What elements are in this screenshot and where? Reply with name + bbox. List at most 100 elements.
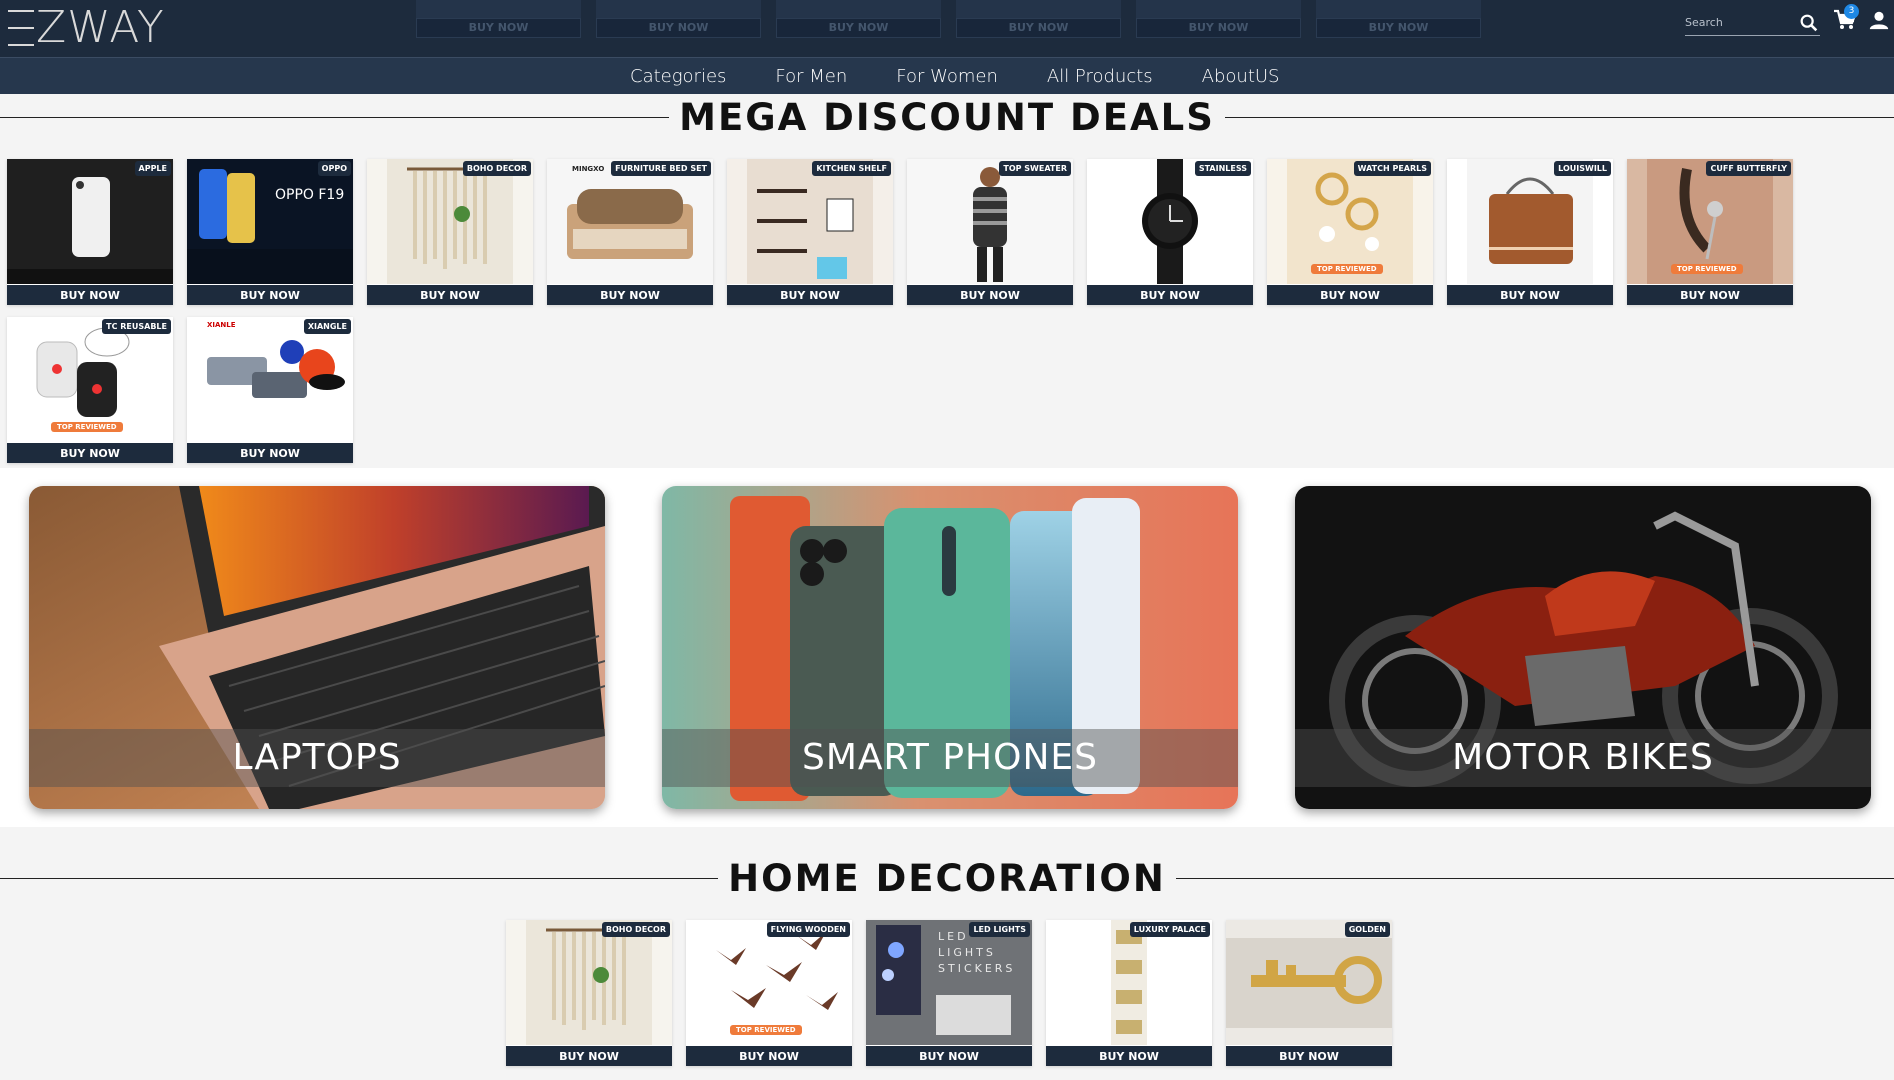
search-box [1685,10,1820,36]
bed-image[interactable]: MINGXO [547,159,713,284]
top-reviewed-ribbon: TOP REVIEWED [730,1025,802,1035]
user-icon[interactable] [1868,9,1890,31]
buy-now-button[interactable]: BUY NOW [907,285,1073,305]
oppo-image[interactable]: OPPO F19 [187,159,353,284]
svg-text:LIGHTS: LIGHTS [938,946,996,959]
mega-deal-product-card[interactable]: LOUISWILL BUY NOW [1447,159,1613,305]
mega-deal-product-card[interactable]: WATCH PEARLS TOP REVIEWED BUY NOW [1267,159,1433,305]
ghost-buy-now-button: BUY NOW [596,18,761,38]
top-reviewed-ribbon: TOP REVIEWED [1671,264,1743,274]
macrame-image[interactable] [367,159,533,284]
heading-divider [0,877,719,879]
ghost-product-card: BUY NOW [776,0,941,38]
logo-text: ZWAY [36,2,165,53]
buy-now-button[interactable]: BUY NOW [1226,1046,1392,1066]
mega-deal-product-card[interactable]: TOP SWEATER BUY NOW [907,159,1073,305]
buy-now-button[interactable]: BUY NOW [506,1046,672,1066]
home-decor-product-card[interactable]: LUXURY PALACE BUY NOW [1046,920,1212,1066]
ghost-product-image [776,0,941,18]
buy-now-button[interactable]: BUY NOW [7,443,173,463]
mega-deals-grid: APPLE BUY NOW OPPO F19 OPPO BUY NOW BOHO DECO… [7,159,1807,463]
search-icon[interactable] [1798,12,1820,34]
buy-now-button[interactable]: BUY NOW [187,285,353,305]
bag-image[interactable] [1447,159,1613,284]
nav-categories[interactable]: Categories [630,66,726,87]
product-tag: LUXURY PALACE [1129,922,1210,937]
mega-deal-product-card[interactable]: APPLE BUY NOW [7,159,173,305]
mega-deal-product-card[interactable]: KITCHEN SHELF BUY NOW [727,159,893,305]
mega-deal-product-card[interactable]: CUFF BUTTERFLY TOP REVIEWED BUY NOW [1627,159,1793,305]
shelf-image[interactable] [727,159,893,284]
nav-all-products[interactable]: All Products [1047,66,1153,87]
watch-image[interactable] [1087,159,1253,284]
product-tag: FLYING WOODEN [766,922,850,937]
product-tag: XIANGLE [303,319,351,334]
ghost-buy-now-button: BUY NOW [416,18,581,38]
buy-now-button[interactable]: BUY NOW [547,285,713,305]
top-reviewed-ribbon: TOP REVIEWED [1311,264,1383,274]
ghost-product-card: BUY NOW [596,0,761,38]
nav-about-us[interactable]: AboutUS [1202,66,1280,87]
buy-now-button[interactable]: BUY NOW [1087,285,1253,305]
svg-text:OPPO F19: OPPO F19 [275,187,344,203]
product-tag: OPPO [317,161,351,176]
ghost-buy-now-button: BUY NOW [776,18,941,38]
led-image[interactable]: LED LIGHTS STICKERS [866,920,1032,1045]
ghost-product-card: BUY NOW [956,0,1121,38]
buy-now-button[interactable]: BUY NOW [727,285,893,305]
product-tag: FURNITURE BED SET [611,161,711,176]
product-tag: TC REUSABLE [102,319,171,334]
product-tag: BOHO DECOR [462,161,531,176]
home-decor-product-card[interactable]: LED LIGHTS STICKERS LED LIGHTS BUY NOW [866,920,1032,1066]
mega-deal-product-card[interactable]: BOHO DECOR BUY NOW [367,159,533,305]
sweater-image[interactable] [907,159,1073,284]
top-reviewed-ribbon: TOP REVIEWED [51,422,123,432]
palace-image[interactable] [1046,920,1212,1045]
ghost-product-card: BUY NOW [416,0,581,38]
category-laptops-card[interactable]: LAPTOPS [29,486,605,809]
product-tag: WATCH PEARLS [1353,161,1431,176]
mega-deal-product-card[interactable]: MINGXO FURNITURE BED SET BUY NOW [547,159,713,305]
nav-for-women[interactable]: For Women [896,66,998,87]
buy-now-button[interactable]: BUY NOW [1046,1046,1212,1066]
category-smartphones-card[interactable]: SMART PHONES [662,486,1238,809]
top-header: ZWAY BUY NOW BUY NOW BUY NOW BUY NOW BUY NOW… [0,0,1894,57]
mega-deal-product-card[interactable]: OPPO F19 OPPO BUY NOW [187,159,353,305]
category-motorbikes-card[interactable]: MOTOR BIKES [1295,486,1871,809]
main-nav: Categories For Men For Women All Product… [0,57,1894,94]
search-input[interactable] [1685,10,1795,34]
svg-text:LED: LED [938,930,969,943]
home-decor-product-card[interactable]: GOLDEN BUY NOW [1226,920,1392,1066]
ghost-product-card: BUY NOW [1316,0,1481,38]
scrolled-product-strip: BUY NOW BUY NOW BUY NOW BUY NOW BUY NOW BUY N… [416,0,1481,38]
ghost-buy-now-button: BUY NOW [1316,18,1481,38]
buy-now-button[interactable]: BUY NOW [1627,285,1793,305]
home-decor-product-card[interactable]: BOHO DECOR BUY NOW [506,920,672,1066]
phone-image[interactable] [7,159,173,284]
macrame-image[interactable] [506,920,672,1045]
home-decor-product-card[interactable]: FLYING WOODEN TOP REVIEWED BUY NOW [686,920,852,1066]
mega-deal-product-card[interactable]: TC REUSABLE TOP REVIEWED BUY NOW [7,317,173,463]
buy-now-button[interactable]: BUY NOW [367,285,533,305]
heading-divider [0,116,670,118]
cart-count-badge: 3 [1844,4,1859,19]
ghost-buy-now-button: BUY NOW [956,18,1121,38]
nav-for-men[interactable]: For Men [775,66,847,87]
section-title: HOME DECORATION [728,856,1166,900]
buy-now-button[interactable]: BUY NOW [187,443,353,463]
key-image[interactable] [1226,920,1392,1045]
home-decoration-grid: BOHO DECOR BUY NOW FLYING WOODEN TOP REVIEW… [506,920,1406,1066]
buy-now-button[interactable]: BUY NOW [1447,285,1613,305]
mega-deal-product-card[interactable]: STAINLESS BUY NOW [1087,159,1253,305]
ghost-product-image [1136,0,1301,18]
product-tag: LED LIGHTS [969,922,1030,937]
buy-now-button[interactable]: BUY NOW [1267,285,1433,305]
buy-now-button[interactable]: BUY NOW [7,285,173,305]
ghost-product-image [416,0,581,18]
buy-now-button[interactable]: BUY NOW [686,1046,852,1066]
mega-deal-product-card[interactable]: XIANLE XIANGLE BUY NOW [187,317,353,463]
buy-now-button[interactable]: BUY NOW [866,1046,1032,1066]
clamp-image[interactable]: XIANLE [187,317,353,442]
product-tag: STAINLESS [1194,161,1251,176]
site-logo[interactable]: ZWAY [8,4,165,52]
